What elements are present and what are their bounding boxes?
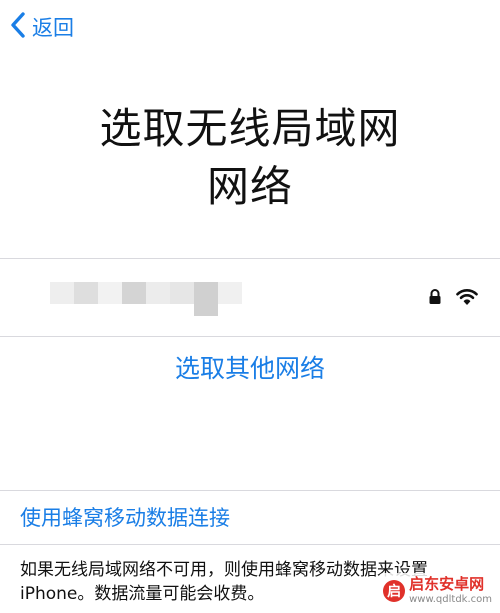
watermark-url: www.qdltdk.com xyxy=(409,594,492,605)
divider-top xyxy=(0,258,500,259)
choose-other-network-button[interactable]: 选取其他网络 xyxy=(0,350,500,388)
network-name-blurred xyxy=(50,282,242,316)
page-title-line-2: 网络 xyxy=(206,162,293,211)
lock-icon xyxy=(428,288,442,309)
page-title-line-1: 选取无线局域网 xyxy=(99,104,401,153)
watermark-logo-icon: 启 xyxy=(383,580,406,602)
page-title: 选取无线局域网 网络 xyxy=(0,100,500,216)
watermark-name: 启东安卓网 xyxy=(409,575,485,593)
network-row[interactable] xyxy=(0,260,500,336)
chevron-left-icon xyxy=(10,11,32,43)
divider-middle xyxy=(0,336,500,337)
divider-cellular-bottom xyxy=(0,544,500,545)
wifi-icon xyxy=(456,288,478,309)
divider-cellular-top xyxy=(0,490,500,491)
watermark: 启 启东安卓网 www.qdltdk.com xyxy=(379,573,496,609)
back-button[interactable]: 返回 xyxy=(10,11,74,43)
use-cellular-data-link[interactable]: 使用蜂窝移动数据连接 xyxy=(20,502,230,534)
back-label: 返回 xyxy=(32,16,74,40)
